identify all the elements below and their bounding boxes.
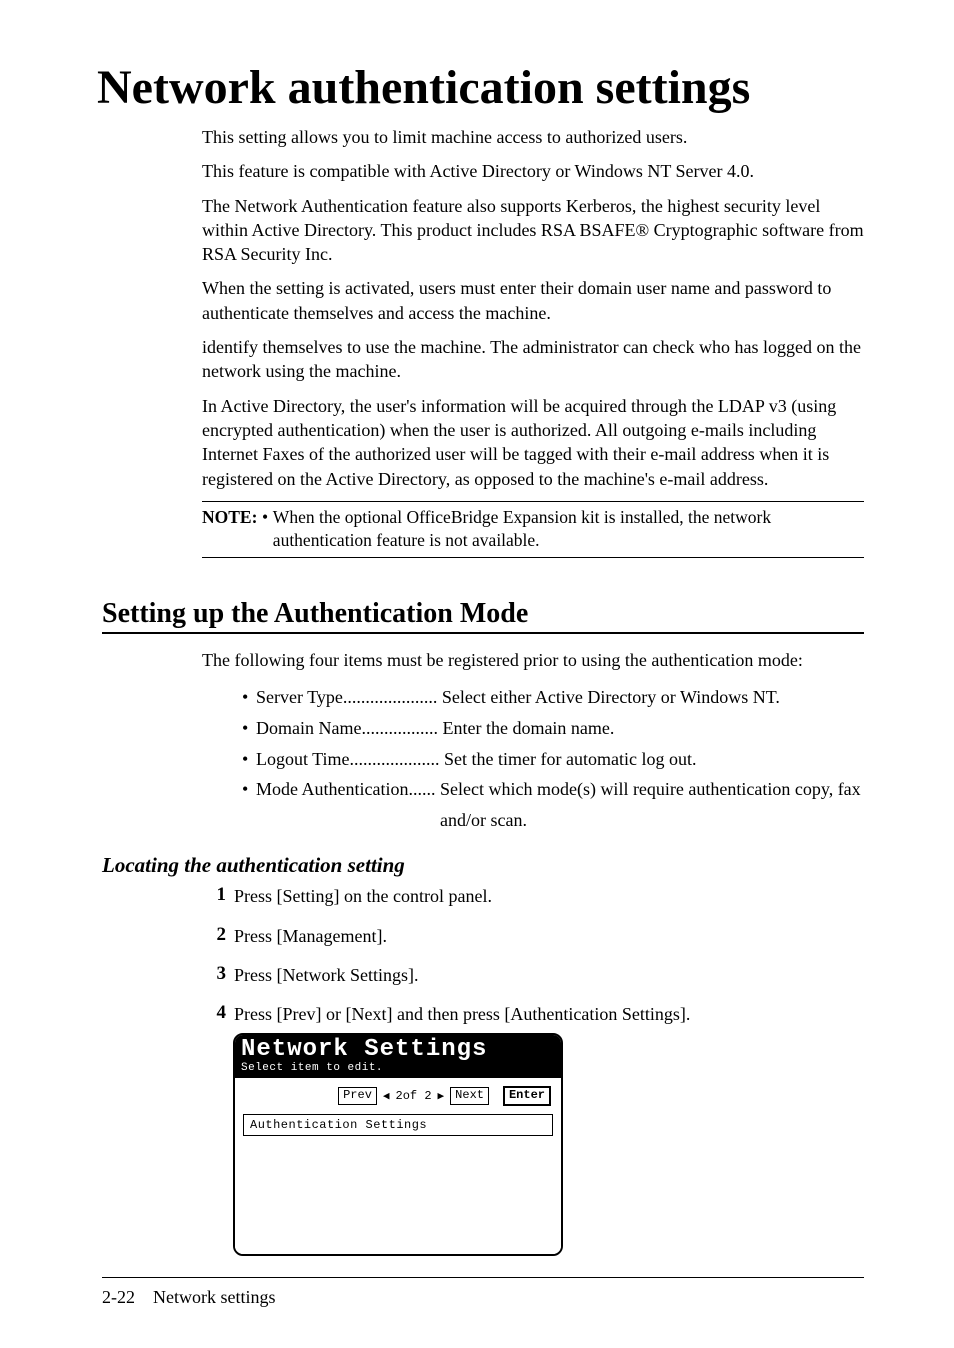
- paragraph: In Active Directory, the user's informat…: [202, 394, 864, 491]
- lcd-header: Network Settings Select item to edit.: [235, 1035, 561, 1078]
- lcd-title: Network Settings: [241, 1037, 555, 1062]
- bullet-item: • Logout Time.................... Set th…: [242, 744, 864, 775]
- page-title: Network authentication settings: [97, 60, 864, 115]
- step-text: Press [Setting] on the control panel.: [234, 884, 492, 909]
- footer-section: Network settings: [153, 1287, 275, 1307]
- note-block: NOTE: • When the optional OfficeBridge E…: [202, 501, 864, 558]
- page-number: 2-22: [102, 1287, 135, 1307]
- bullet-item: • Server Type..................... Selec…: [242, 682, 864, 713]
- paragraph: The Network Authentication feature also …: [202, 194, 864, 267]
- sub-heading: Locating the authentication setting: [102, 853, 864, 878]
- section-title: Setting up the Authentication Mode: [102, 598, 864, 634]
- step-text: Press [Management].: [234, 924, 387, 949]
- steps-list: 1 Press [Setting] on the control panel. …: [202, 884, 864, 1027]
- lcd-subtitle: Select item to edit.: [241, 1062, 555, 1074]
- step-text: Press [Network Settings].: [234, 963, 418, 988]
- step: 4 Press [Prev] or [Next] and then press …: [202, 1002, 864, 1027]
- footer-rule: [102, 1277, 864, 1278]
- step-number: 2: [202, 924, 226, 946]
- step-number: 3: [202, 963, 226, 985]
- step-text: Press [Prev] or [Next] and then press [A…: [234, 1002, 690, 1027]
- page-indicator: 2of 2: [396, 1089, 432, 1103]
- paragraph: When the setting is activated, users mus…: [202, 276, 864, 325]
- lcd-screenshot: Network Settings Select item to edit. Pr…: [233, 1033, 563, 1256]
- lcd-body: Prev ◀ 2of 2 ▶ Next Enter Authentication…: [235, 1078, 561, 1254]
- note-text: When the optional OfficeBridge Expansion…: [273, 506, 864, 553]
- step: 2 Press [Management].: [202, 924, 864, 949]
- paragraph: This setting allows you to limit machine…: [202, 125, 864, 149]
- lcd-nav: Prev ◀ 2of 2 ▶ Next Enter: [243, 1086, 553, 1105]
- step: 3 Press [Network Settings].: [202, 963, 864, 988]
- prev-button[interactable]: Prev: [338, 1087, 377, 1104]
- bullet-item: • Mode Authentication...... Select which…: [242, 774, 864, 835]
- note-label: NOTE:: [202, 506, 257, 553]
- bullet-list: • Server Type..................... Selec…: [242, 682, 864, 835]
- paragraph: identify themselves to use the machine. …: [202, 335, 864, 384]
- step: 1 Press [Setting] on the control panel.: [202, 884, 864, 909]
- section-intro: The following four items must be registe…: [202, 648, 864, 672]
- left-triangle-icon: ◀: [383, 1089, 390, 1103]
- paragraph: This feature is compatible with Active D…: [202, 159, 864, 183]
- step-number: 4: [202, 1002, 226, 1024]
- step-number: 1: [202, 884, 226, 906]
- next-button[interactable]: Next: [450, 1087, 489, 1104]
- menu-item-auth-settings[interactable]: Authentication Settings: [243, 1114, 553, 1136]
- enter-button[interactable]: Enter: [503, 1086, 551, 1105]
- right-triangle-icon: ▶: [438, 1089, 445, 1103]
- bullet-item: • Domain Name................. Enter the…: [242, 713, 864, 744]
- page-footer: 2-22 Network settings: [102, 1287, 275, 1308]
